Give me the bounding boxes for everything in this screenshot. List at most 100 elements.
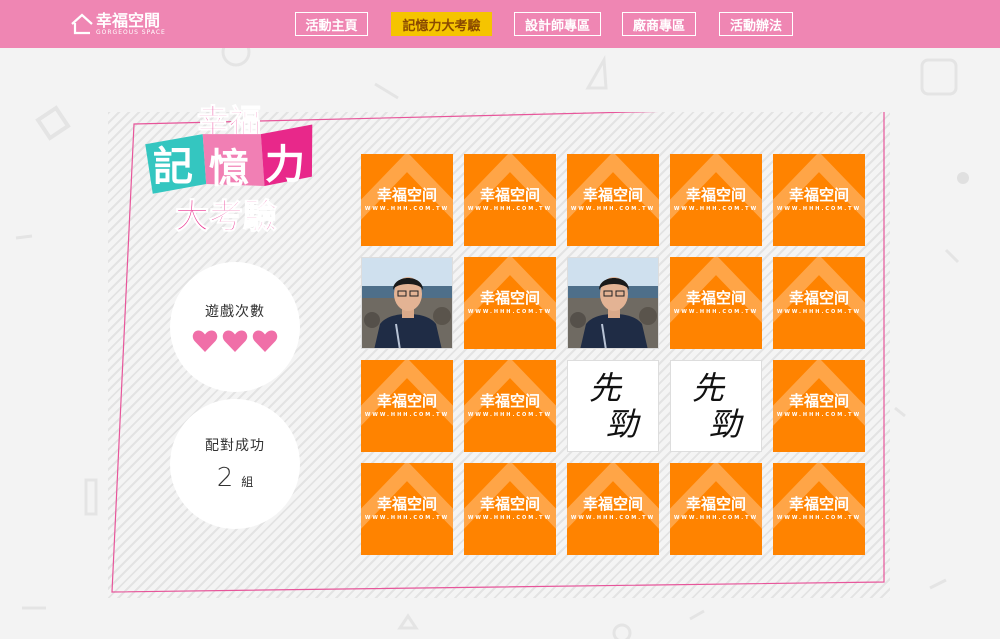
match-label: 配對成功 — [205, 438, 265, 454]
card-back: 幸福空间 WWW.HHH.COM.TW — [773, 154, 865, 246]
card-brand-text: 幸福空间 — [788, 289, 849, 307]
nav-vendor-zone[interactable]: 廠商專區 — [622, 12, 696, 36]
memory-card-calligraphy[interactable]: 先勁 — [670, 360, 762, 452]
memory-card-back[interactable]: 幸福空间 WWW.HHH.COM.TW — [361, 463, 453, 555]
memory-card-back[interactable]: 幸福空间 WWW.HHH.COM.TW — [464, 154, 556, 246]
nav-designer-zone[interactable]: 設計師專區 — [514, 12, 601, 36]
match-unit: 組 — [241, 475, 254, 489]
card-brand-text: 幸福空间 — [582, 186, 643, 204]
card-url-text: WWW.HHH.COM.TW — [467, 515, 553, 521]
card-brand-text: 幸福空间 — [479, 495, 540, 513]
memory-card-back[interactable]: 幸福空间 WWW.HHH.COM.TW — [670, 154, 762, 246]
card-back: 幸福空间 WWW.HHH.COM.TW — [670, 154, 762, 246]
card-url-text: WWW.HHH.COM.TW — [673, 206, 759, 212]
logo-subtext: GORGEOUS SPACE — [96, 28, 166, 36]
plays-label: 遊戲次數 — [205, 304, 265, 320]
card-url-text: WWW.HHH.COM.TW — [467, 206, 553, 212]
card-back: 幸福空间 WWW.HHH.COM.TW — [773, 257, 865, 349]
match-count: 2 — [216, 463, 234, 493]
calligraphy-text: 先勁 — [588, 369, 638, 443]
memory-card-back[interactable]: 幸福空间 WWW.HHH.COM.TW — [670, 463, 762, 555]
memory-card-back[interactable]: 幸福空间 WWW.HHH.COM.TW — [361, 360, 453, 452]
memory-card-back[interactable]: 幸福空间 WWW.HHH.COM.TW — [464, 463, 556, 555]
heart-icon — [222, 330, 248, 352]
card-back: 幸福空间 WWW.HHH.COM.TW — [464, 463, 556, 555]
nav-activity-home[interactable]: 活動主頁 — [295, 12, 368, 36]
calligraphy-text: 先勁 — [691, 369, 741, 443]
memory-card-back[interactable]: 幸福空间 WWW.HHH.COM.TW — [361, 154, 453, 246]
card-brand-text: 幸福空间 — [788, 186, 849, 204]
card-face — [361, 257, 453, 349]
memory-card-back[interactable]: 幸福空间 WWW.HHH.COM.TW — [670, 257, 762, 349]
person-photo-image — [568, 258, 658, 348]
match-panel: 配對成功 2 組 — [170, 399, 300, 529]
card-back: 幸福空间 WWW.HHH.COM.TW — [464, 257, 556, 349]
nav-activity-rules[interactable]: 活動辦法 — [719, 12, 793, 36]
memory-card-back[interactable]: 幸福空间 WWW.HHH.COM.TW — [773, 463, 865, 555]
card-url-text: WWW.HHH.COM.TW — [776, 309, 862, 315]
card-back: 幸福空间 WWW.HHH.COM.TW — [670, 257, 762, 349]
memory-card-back[interactable]: 幸福空间 WWW.HHH.COM.TW — [464, 257, 556, 349]
card-url-text: WWW.HHH.COM.TW — [467, 309, 553, 315]
card-url-text: WWW.HHH.COM.TW — [673, 515, 759, 521]
card-url-text: WWW.HHH.COM.TW — [364, 412, 450, 418]
card-back: 幸福空间 WWW.HHH.COM.TW — [567, 463, 659, 555]
card-back: 幸福空间 WWW.HHH.COM.TW — [670, 463, 762, 555]
plays-panel: 遊戲次數 — [170, 262, 300, 392]
card-back: 幸福空间 WWW.HHH.COM.TW — [361, 360, 453, 452]
heart-icon — [252, 330, 278, 352]
heart-icon — [192, 330, 218, 352]
site-logo[interactable]: 幸福空間 GORGEOUS SPACE — [70, 10, 166, 38]
top-header: 幸福空間 GORGEOUS SPACE 活動主頁 記憶力大考驗 設計師專區 廠商… — [0, 0, 1000, 48]
memory-card-photo[interactable] — [567, 257, 659, 349]
memory-card-back[interactable]: 幸福空间 WWW.HHH.COM.TW — [773, 360, 865, 452]
card-brand-text: 幸福空间 — [582, 495, 643, 513]
card-face: 先勁 — [567, 360, 659, 452]
card-back: 幸福空间 WWW.HHH.COM.TW — [361, 463, 453, 555]
card-url-text: WWW.HHH.COM.TW — [364, 206, 450, 212]
person-photo-image — [362, 258, 452, 348]
card-url-text: WWW.HHH.COM.TW — [776, 412, 862, 418]
nav-memory-challenge[interactable]: 記憶力大考驗 — [391, 12, 492, 36]
card-back: 幸福空间 WWW.HHH.COM.TW — [464, 154, 556, 246]
card-back: 幸福空间 WWW.HHH.COM.TW — [773, 463, 865, 555]
title-char-3: 力 — [265, 142, 305, 188]
memory-card-back[interactable]: 幸福空间 WWW.HHH.COM.TW — [773, 257, 865, 349]
match-value-row: 2 組 — [217, 463, 254, 493]
card-brand-text: 幸福空间 — [788, 495, 849, 513]
card-brand-text: 幸福空间 — [376, 186, 437, 204]
title-char-1: 記 — [153, 144, 193, 190]
card-brand-text: 幸福空间 — [479, 289, 540, 307]
memory-card-back[interactable]: 幸福空间 WWW.HHH.COM.TW — [567, 463, 659, 555]
card-url-text: WWW.HHH.COM.TW — [776, 515, 862, 521]
memory-card-back[interactable]: 幸福空间 WWW.HHH.COM.TW — [773, 154, 865, 246]
card-url-text: WWW.HHH.COM.TW — [673, 309, 759, 315]
memory-card-photo[interactable] — [361, 257, 453, 349]
card-brand-text: 幸福空间 — [788, 392, 849, 410]
card-url-text: WWW.HHH.COM.TW — [364, 515, 450, 521]
house-logo-icon — [71, 13, 93, 35]
svg-text:大考驗: 大考驗 — [175, 197, 277, 236]
hearts-row — [192, 329, 278, 353]
card-face: 先勁 — [670, 360, 762, 452]
card-face — [567, 257, 659, 349]
card-brand-text: 幸福空间 — [376, 392, 437, 410]
memory-card-back[interactable]: 幸福空间 WWW.HHH.COM.TW — [464, 360, 556, 452]
title-char-2: 憶 — [209, 146, 249, 192]
card-brand-text: 幸福空间 — [479, 392, 540, 410]
memory-card-calligraphy[interactable]: 先勁 — [567, 360, 659, 452]
card-brand-text: 幸福空间 — [479, 186, 540, 204]
card-url-text: WWW.HHH.COM.TW — [776, 206, 862, 212]
card-url-text: WWW.HHH.COM.TW — [570, 206, 656, 212]
card-back: 幸福空间 WWW.HHH.COM.TW — [361, 154, 453, 246]
card-back: 幸福空间 WWW.HHH.COM.TW — [567, 154, 659, 246]
game-title: 幸福 記 憶 力 大考驗 — [145, 102, 313, 236]
card-back: 幸福空间 WWW.HHH.COM.TW — [773, 360, 865, 452]
card-brand-text: 幸福空间 — [685, 186, 746, 204]
card-url-text: WWW.HHH.COM.TW — [467, 412, 553, 418]
card-brand-text: 幸福空间 — [685, 289, 746, 307]
logo-text: 幸福空間 — [96, 10, 161, 30]
memory-card-back[interactable]: 幸福空间 WWW.HHH.COM.TW — [567, 154, 659, 246]
card-url-text: WWW.HHH.COM.TW — [570, 515, 656, 521]
card-back: 幸福空间 WWW.HHH.COM.TW — [464, 360, 556, 452]
